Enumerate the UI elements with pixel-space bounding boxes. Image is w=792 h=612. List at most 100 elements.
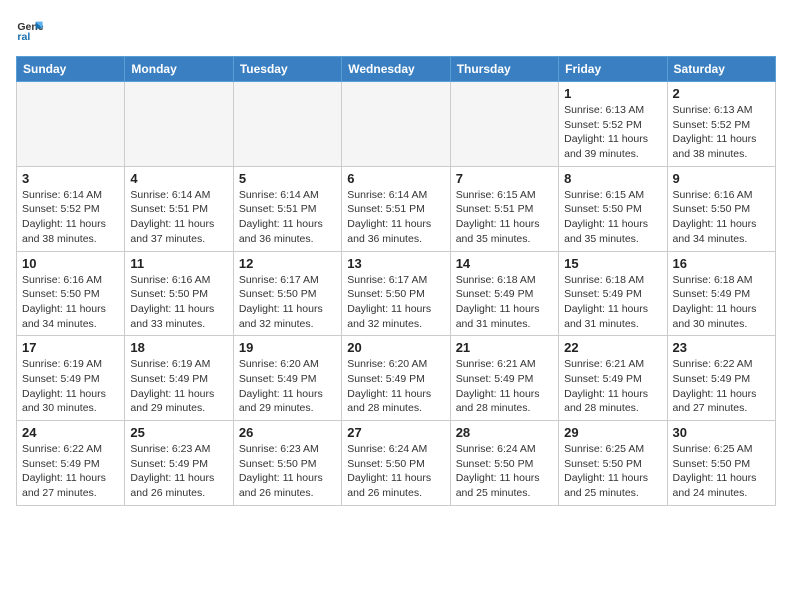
calendar-day-cell: 4 Sunrise: 6:14 AMSunset: 5:51 PMDaylight… [125,166,233,251]
calendar-day-cell: 9 Sunrise: 6:16 AMSunset: 5:50 PMDaylight… [667,166,775,251]
day-number: 28 [456,425,553,440]
day-number: 7 [456,171,553,186]
calendar-day-cell: 21 Sunrise: 6:21 AMSunset: 5:49 PMDayligh… [450,336,558,421]
weekday-header-friday: Friday [559,57,667,82]
calendar-week-row: 10 Sunrise: 6:16 AMSunset: 5:50 PMDayligh… [17,251,776,336]
calendar-week-row: 17Sunrise: 6:19 AMSunset: 5:49 PMDayligh… [17,336,776,421]
calendar-week-row: 24 Sunrise: 6:22 AMSunset: 5:49 PMDayligh… [17,421,776,506]
calendar-day-cell: 12Sunrise: 6:17 AMSunset: 5:50 PMDayligh… [233,251,341,336]
day-info: Sunrise: 6:21 AMSunset: 5:49 PMDaylight:… [564,357,661,416]
day-info: Sunrise: 6:13 AMSunset: 5:52 PMDaylight:… [564,103,661,162]
day-number: 11 [130,256,227,271]
svg-text:ral: ral [17,31,30,43]
calendar-day-cell: 19 Sunrise: 6:20 AMSunset: 5:49 PMDayligh… [233,336,341,421]
day-info: Sunrise: 6:16 AMSunset: 5:50 PMDaylight:… [22,273,119,332]
page-header: Gene ral [16,16,776,44]
calendar-day-cell: 2 Sunrise: 6:13 AMSunset: 5:52 PMDaylight… [667,82,775,167]
calendar-week-row: 3Sunrise: 6:14 AMSunset: 5:52 PMDaylight… [17,166,776,251]
calendar-day-cell: 20 Sunrise: 6:20 AMSunset: 5:49 PMDayligh… [342,336,450,421]
day-number: 15 [564,256,661,271]
calendar-day-cell [450,82,558,167]
calendar-day-cell: 5Sunrise: 6:14 AMSunset: 5:51 PMDaylight… [233,166,341,251]
day-info: Sunrise: 6:25 AMSunset: 5:50 PMDaylight:… [673,442,770,501]
calendar-day-cell [17,82,125,167]
day-info: Sunrise: 6:22 AMSunset: 5:49 PMDaylight:… [22,442,119,501]
day-info: Sunrise: 6:15 AMSunset: 5:51 PMDaylight:… [456,188,553,247]
weekday-header-row: SundayMondayTuesdayWednesdayThursdayFrid… [17,57,776,82]
calendar-day-cell: 26 Sunrise: 6:23 AMSunset: 5:50 PMDayligh… [233,421,341,506]
weekday-header-wednesday: Wednesday [342,57,450,82]
day-number: 6 [347,171,444,186]
day-number: 29 [564,425,661,440]
calendar-day-cell: 27 Sunrise: 6:24 AMSunset: 5:50 PMDayligh… [342,421,450,506]
calendar-day-cell: 15Sunrise: 6:18 AMSunset: 5:49 PMDayligh… [559,251,667,336]
calendar-day-cell: 25 Sunrise: 6:23 AMSunset: 5:49 PMDayligh… [125,421,233,506]
calendar-day-cell: 22 Sunrise: 6:21 AMSunset: 5:49 PMDayligh… [559,336,667,421]
calendar-day-cell: 23 Sunrise: 6:22 AMSunset: 5:49 PMDayligh… [667,336,775,421]
weekday-header-tuesday: Tuesday [233,57,341,82]
calendar-day-cell: 7 Sunrise: 6:15 AMSunset: 5:51 PMDaylight… [450,166,558,251]
day-info: Sunrise: 6:13 AMSunset: 5:52 PMDaylight:… [673,103,770,162]
day-info: Sunrise: 6:24 AMSunset: 5:50 PMDaylight:… [456,442,553,501]
calendar-day-cell: 6 Sunrise: 6:14 AMSunset: 5:51 PMDaylight… [342,166,450,251]
calendar-day-cell: 17Sunrise: 6:19 AMSunset: 5:49 PMDayligh… [17,336,125,421]
calendar-day-cell: 10 Sunrise: 6:16 AMSunset: 5:50 PMDayligh… [17,251,125,336]
calendar-day-cell: 18 Sunrise: 6:19 AMSunset: 5:49 PMDayligh… [125,336,233,421]
day-number: 25 [130,425,227,440]
day-number: 20 [347,340,444,355]
day-number: 2 [673,86,770,101]
day-number: 10 [22,256,119,271]
day-number: 3 [22,171,119,186]
calendar-day-cell: 28 Sunrise: 6:24 AMSunset: 5:50 PMDayligh… [450,421,558,506]
day-info: Sunrise: 6:16 AMSunset: 5:50 PMDaylight:… [673,188,770,247]
day-info: Sunrise: 6:19 AMSunset: 5:49 PMDaylight:… [22,357,119,416]
calendar-day-cell [233,82,341,167]
weekday-header-monday: Monday [125,57,233,82]
day-info: Sunrise: 6:17 AMSunset: 5:50 PMDaylight:… [347,273,444,332]
day-number: 9 [673,171,770,186]
calendar-table: SundayMondayTuesdayWednesdayThursdayFrid… [16,56,776,506]
day-number: 16 [673,256,770,271]
day-number: 22 [564,340,661,355]
logo-icon: Gene ral [16,16,44,44]
logo: Gene ral [16,16,48,44]
calendar-day-cell: 24 Sunrise: 6:22 AMSunset: 5:49 PMDayligh… [17,421,125,506]
day-info: Sunrise: 6:14 AMSunset: 5:51 PMDaylight:… [130,188,227,247]
day-info: Sunrise: 6:25 AMSunset: 5:50 PMDaylight:… [564,442,661,501]
day-number: 19 [239,340,336,355]
day-info: Sunrise: 6:24 AMSunset: 5:50 PMDaylight:… [347,442,444,501]
day-number: 24 [22,425,119,440]
day-number: 23 [673,340,770,355]
calendar-day-cell: 14Sunrise: 6:18 AMSunset: 5:49 PMDayligh… [450,251,558,336]
calendar-day-cell: 29 Sunrise: 6:25 AMSunset: 5:50 PMDayligh… [559,421,667,506]
day-info: Sunrise: 6:22 AMSunset: 5:49 PMDaylight:… [673,357,770,416]
day-number: 8 [564,171,661,186]
day-number: 26 [239,425,336,440]
calendar-day-cell [342,82,450,167]
day-info: Sunrise: 6:20 AMSunset: 5:49 PMDaylight:… [239,357,336,416]
day-number: 4 [130,171,227,186]
weekday-header-saturday: Saturday [667,57,775,82]
day-info: Sunrise: 6:15 AMSunset: 5:50 PMDaylight:… [564,188,661,247]
day-info: Sunrise: 6:20 AMSunset: 5:49 PMDaylight:… [347,357,444,416]
day-number: 1 [564,86,661,101]
day-number: 21 [456,340,553,355]
day-number: 12 [239,256,336,271]
calendar-week-row: 1 Sunrise: 6:13 AMSunset: 5:52 PMDaylight… [17,82,776,167]
weekday-header-thursday: Thursday [450,57,558,82]
calendar-day-cell: 8 Sunrise: 6:15 AMSunset: 5:50 PMDaylight… [559,166,667,251]
day-number: 27 [347,425,444,440]
day-number: 30 [673,425,770,440]
calendar-day-cell: 3Sunrise: 6:14 AMSunset: 5:52 PMDaylight… [17,166,125,251]
weekday-header-sunday: Sunday [17,57,125,82]
calendar-day-cell: 30 Sunrise: 6:25 AMSunset: 5:50 PMDayligh… [667,421,775,506]
calendar-day-cell: 1 Sunrise: 6:13 AMSunset: 5:52 PMDaylight… [559,82,667,167]
day-number: 18 [130,340,227,355]
day-info: Sunrise: 6:23 AMSunset: 5:49 PMDaylight:… [130,442,227,501]
day-info: Sunrise: 6:19 AMSunset: 5:49 PMDaylight:… [130,357,227,416]
day-info: Sunrise: 6:16 AMSunset: 5:50 PMDaylight:… [130,273,227,332]
day-info: Sunrise: 6:23 AMSunset: 5:50 PMDaylight:… [239,442,336,501]
calendar-day-cell: 16Sunrise: 6:18 AMSunset: 5:49 PMDayligh… [667,251,775,336]
day-info: Sunrise: 6:14 AMSunset: 5:51 PMDaylight:… [347,188,444,247]
day-info: Sunrise: 6:21 AMSunset: 5:49 PMDaylight:… [456,357,553,416]
